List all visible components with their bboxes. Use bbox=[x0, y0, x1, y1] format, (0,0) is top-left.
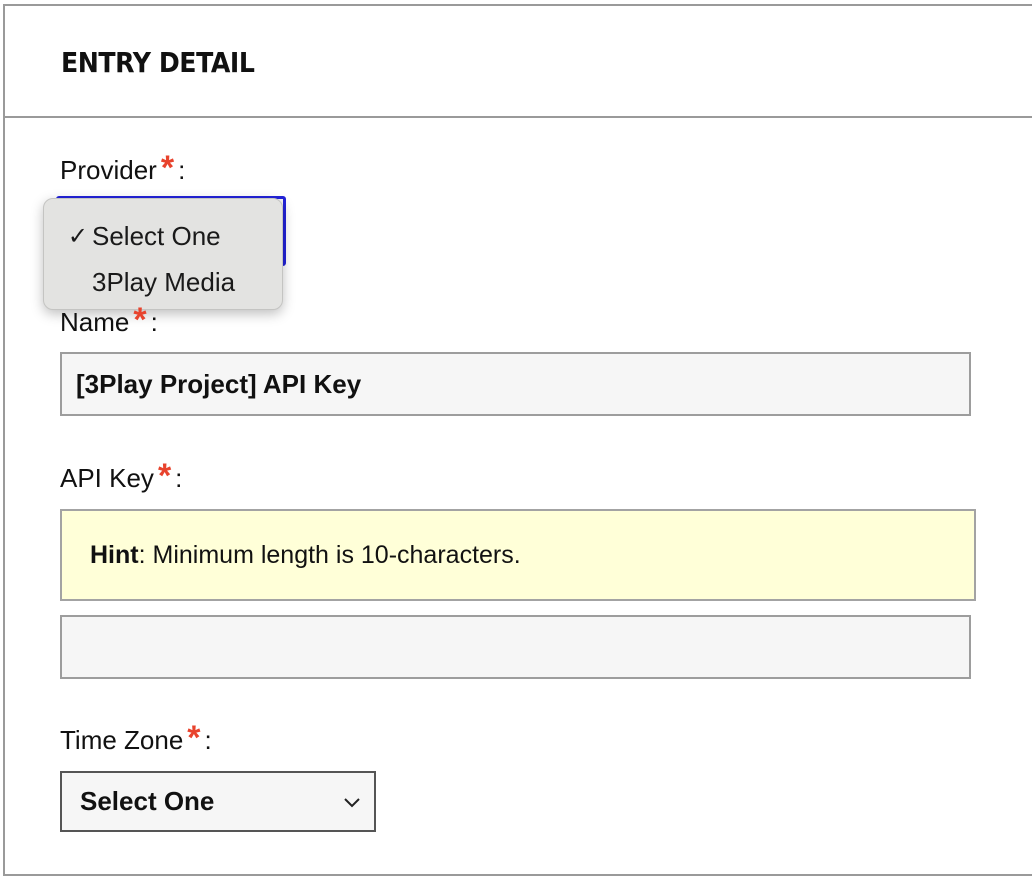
label-colon: : bbox=[150, 307, 158, 337]
required-asterisk: * bbox=[157, 457, 172, 495]
hint-text: : Minimum length is 10-characters. bbox=[138, 540, 521, 569]
provider-option-3play-media[interactable]: 3Play Media bbox=[44, 259, 282, 305]
api-key-label: API Key * : bbox=[60, 457, 183, 495]
option-label: Select One bbox=[92, 220, 221, 251]
hint-title: Hint bbox=[90, 540, 139, 569]
label-colon: : bbox=[175, 463, 183, 493]
name-label-text: Name bbox=[60, 307, 130, 337]
chevron-down-icon bbox=[344, 797, 360, 807]
provider-label-text: Provider bbox=[60, 155, 157, 185]
time-zone-label: Time Zone * : bbox=[60, 719, 212, 757]
provider-option-select-one[interactable]: ✓ Select One bbox=[44, 213, 282, 259]
api-key-hint: Hint : Minimum length is 10-characters. bbox=[60, 509, 976, 601]
api-key-input[interactable] bbox=[60, 615, 971, 679]
time-zone-label-text: Time Zone bbox=[60, 725, 184, 755]
panel-header: ENTRY DETAIL bbox=[5, 6, 1032, 118]
time-zone-select[interactable]: Select One bbox=[60, 771, 376, 832]
provider-dropdown-menu: ✓ Select One 3Play Media bbox=[43, 198, 283, 310]
label-colon: : bbox=[204, 725, 212, 755]
label-colon: : bbox=[178, 155, 186, 185]
name-label: Name * : bbox=[60, 301, 158, 339]
provider-label: Provider * : bbox=[60, 149, 186, 187]
option-label: 3Play Media bbox=[92, 266, 236, 297]
required-asterisk: * bbox=[160, 149, 175, 187]
api-key-label-text: API Key bbox=[60, 463, 154, 493]
panel-title: ENTRY DETAIL bbox=[61, 46, 255, 79]
required-asterisk: * bbox=[187, 719, 201, 757]
name-input[interactable]: [3Play Project] API Key bbox=[60, 352, 971, 416]
time-zone-selected-value: Select One bbox=[80, 786, 215, 816]
checkmark-icon: ✓ bbox=[67, 222, 88, 250]
required-asterisk: * bbox=[133, 301, 147, 339]
